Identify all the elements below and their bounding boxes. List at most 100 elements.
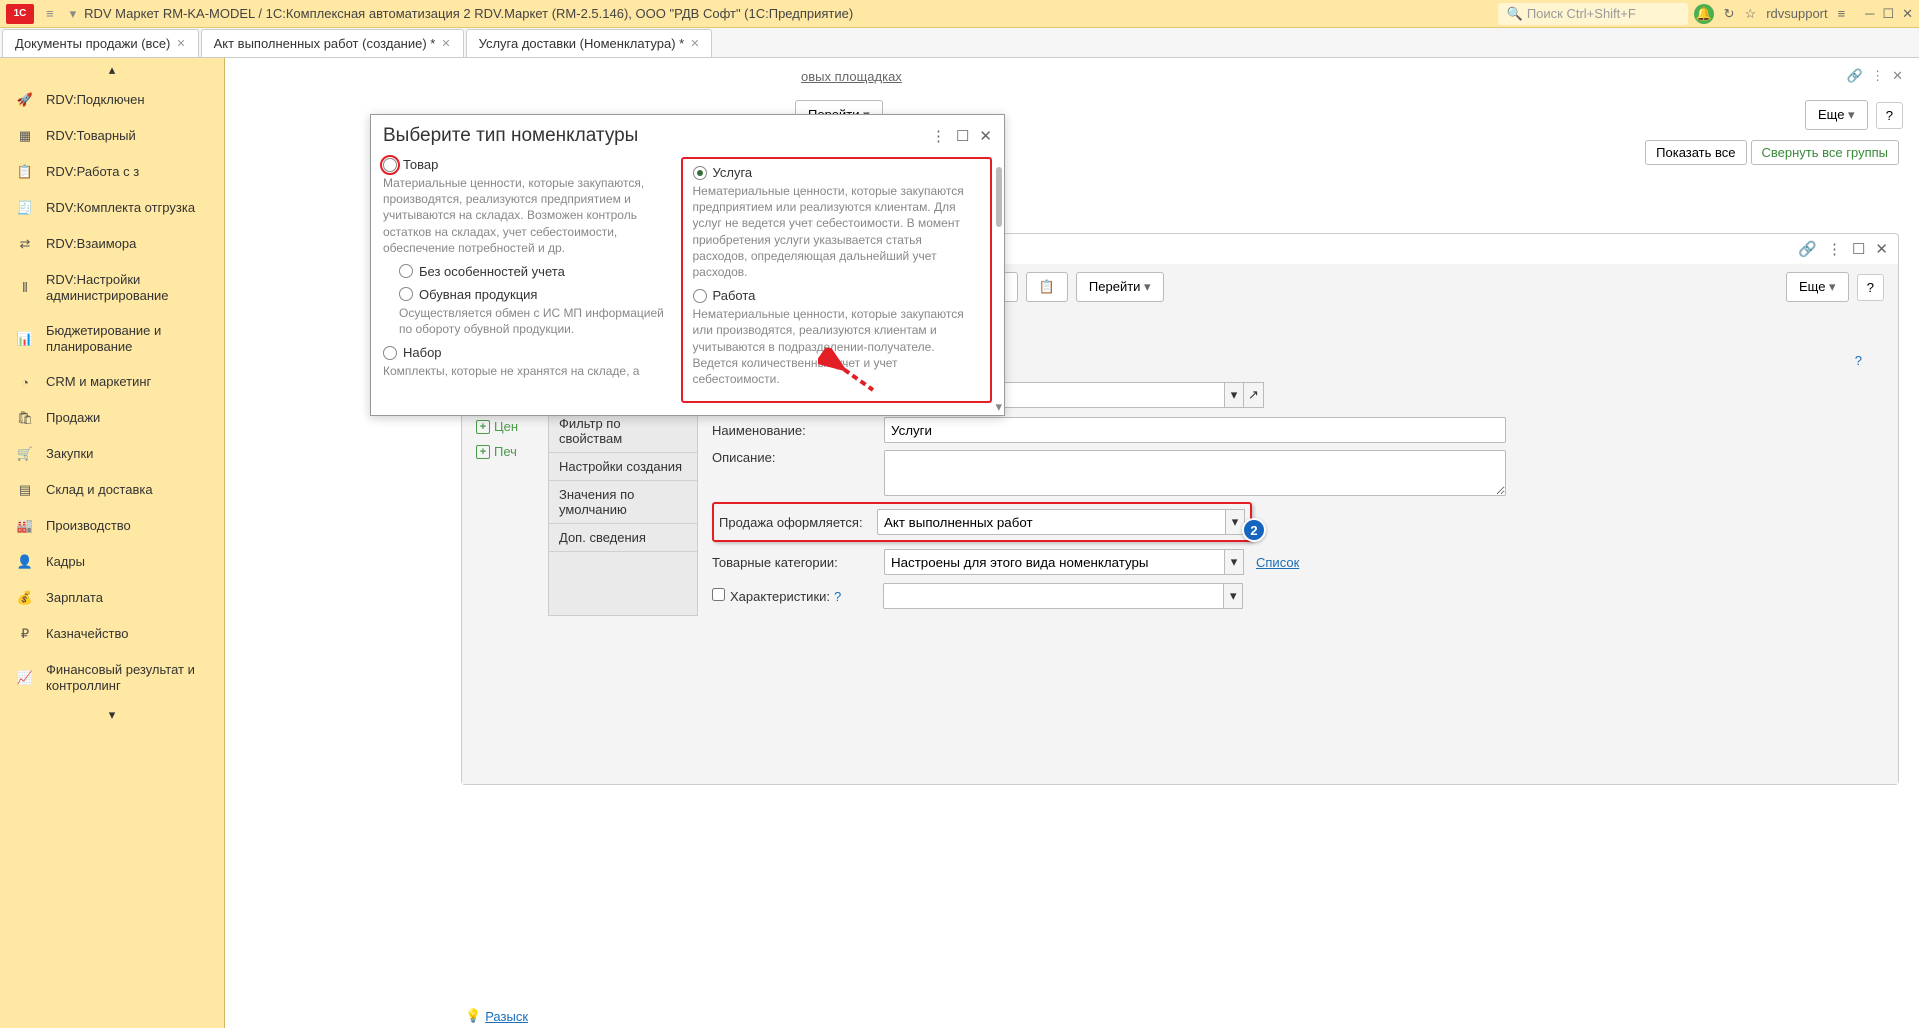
radio-option-shoes[interactable]: Обувная продукция Осуществляется обмен с… (399, 287, 671, 337)
sidebar-item-hr[interactable]: 👤Кадры (0, 544, 224, 580)
kebab-icon[interactable]: ⋮ (1827, 240, 1842, 258)
icon-button[interactable]: 📋 (1026, 272, 1068, 302)
cat-input[interactable] (884, 549, 1224, 575)
help-button[interactable]: ? (1857, 274, 1884, 301)
link-icon[interactable]: 🔗 (1847, 68, 1863, 84)
radio-label: Без особенностей учета (419, 264, 565, 279)
sidebar-item-rdv-connect[interactable]: 🚀RDV:Подключен (0, 82, 224, 118)
sidebar-item-warehouse[interactable]: ▤Склад и доставка (0, 472, 224, 508)
sidebar-item-rdv-goods[interactable]: ▦RDV:Товарный (0, 118, 224, 154)
tab-documents[interactable]: Документы продажи (все) ✕ (2, 29, 199, 57)
maximize-icon[interactable]: ☐ (956, 127, 969, 145)
sidebar-item-production[interactable]: 🏭Производство (0, 508, 224, 544)
bell-icon[interactable]: 🔔 (1694, 4, 1714, 24)
sidebar-label: Склад и доставка (46, 482, 153, 498)
nav-item-defaults[interactable]: Значения по умолчанию (549, 481, 697, 524)
help-icon[interactable]: ? (1855, 353, 1862, 368)
sidebar-collapse-up[interactable]: ▴ (0, 58, 224, 82)
show-all-button[interactable]: Показать все (1645, 140, 1746, 165)
user-label[interactable]: rdvsupport (1766, 6, 1827, 21)
sliders-icon: ⦀ (16, 280, 34, 296)
package-icon: 🧾 (16, 200, 34, 216)
close-icon[interactable]: ✕ (690, 37, 699, 50)
sidebar-item-salary[interactable]: 💰Зарплата (0, 580, 224, 616)
dropdown-icon[interactable]: ▾ (1224, 382, 1244, 408)
sidebar-item-rdv-settings[interactable]: ⦀RDV:Настройки администрирование (0, 262, 224, 313)
cart-icon: 🛒 (16, 446, 34, 462)
radio-icon (383, 158, 397, 172)
more-button[interactable]: Еще (1805, 100, 1868, 130)
search-input[interactable]: 🔍 Поиск Ctrl+Shift+F (1498, 3, 1688, 25)
sidebar-collapse-down[interactable]: ▾ (0, 703, 224, 727)
sidebar-label: RDV:Взаимора (46, 236, 136, 252)
dropdown-icon[interactable]: ≡ (46, 6, 54, 21)
collapse-all-button[interactable]: Свернуть все группы (1751, 140, 1899, 165)
maximize-icon[interactable]: ☐ (1882, 6, 1894, 22)
sidebar-item-rdv-exchange[interactable]: ⇄RDV:Взаимора (0, 226, 224, 262)
tab-act[interactable]: Акт выполненных работ (создание) * ✕ (201, 29, 464, 57)
kebab-icon[interactable]: ⋮ (931, 127, 946, 145)
sidebar-label: RDV:Работа с з (46, 164, 139, 180)
nav-item-creation[interactable]: Настройки создания (549, 453, 697, 481)
tree-item[interactable]: +Цен (476, 414, 536, 439)
close-icon[interactable]: ✕ (1902, 6, 1913, 22)
help-button[interactable]: ? (1876, 102, 1903, 129)
desc-input[interactable] (884, 450, 1506, 496)
radio-option-no-features[interactable]: Без особенностей учета (399, 264, 671, 279)
nav-item-filter[interactable]: Фильтр по свойствам (549, 410, 697, 453)
type-selection-dialog: Выберите тип номенклатуры ⋮ ☐ ✕ Товар Ма… (370, 114, 1005, 416)
nav-item-info[interactable]: Доп. сведения (549, 524, 697, 552)
link-icon[interactable]: 🔗 (1798, 240, 1817, 258)
char-input[interactable] (883, 583, 1223, 609)
close-icon[interactable]: ✕ (176, 37, 185, 50)
history-icon[interactable]: ↻ (1724, 6, 1735, 22)
footer-hint[interactable]: 💡 Разыск (465, 1008, 528, 1024)
minimize-icon[interactable]: ─ (1865, 6, 1874, 22)
radio-option-work[interactable]: Работа Нематериальные ценности, которые … (693, 288, 981, 387)
graph-icon: 📈 (16, 670, 34, 686)
sidebar-label: RDV:Комплекта отгрузка (46, 200, 195, 216)
sidebar-item-rdv-shipping[interactable]: 🧾 RDV:Комплекта отгрузка (0, 190, 224, 226)
scrollbar[interactable] (996, 167, 1002, 227)
goto-button[interactable]: Перейти (1076, 272, 1164, 302)
annotation-badge-2: 2 (1242, 518, 1266, 542)
radio-icon (693, 289, 707, 303)
close-icon[interactable]: ✕ (1875, 240, 1888, 258)
dropdown-icon[interactable]: ▾ (1224, 549, 1244, 575)
close-icon[interactable]: ✕ (979, 127, 992, 145)
help-icon[interactable]: ? (834, 589, 841, 604)
sidebar-item-crm[interactable]: ◔CRM и маркетинг (0, 364, 224, 400)
more-button[interactable]: Еще (1786, 272, 1849, 302)
star-icon[interactable]: ☆ (1745, 6, 1757, 22)
tab-label: Акт выполненных работ (создание) * (214, 36, 436, 51)
sidebar-item-finance[interactable]: 📈Финансовый результат и контроллинг (0, 652, 224, 703)
name-input[interactable] (884, 417, 1506, 443)
sale-input[interactable] (877, 509, 1225, 535)
tab-service[interactable]: Услуга доставки (Номенклатура) * ✕ (466, 29, 713, 57)
sale-label: Продажа оформляется: (719, 515, 877, 530)
close-icon[interactable]: ✕ (1892, 68, 1903, 84)
sidebar-item-purchases[interactable]: 🛒Закупки (0, 436, 224, 472)
sidebar-item-rdv-work[interactable]: 📋 RDV:Работа с з (0, 154, 224, 190)
radio-option-tovar[interactable]: Товар Материальные ценности, которые зак… (383, 157, 671, 256)
factory-icon: 🏭 (16, 518, 34, 534)
sidebar-item-sales[interactable]: 🛍Продажи (0, 400, 224, 436)
char-checkbox[interactable] (712, 588, 725, 601)
sidebar-item-budget[interactable]: 📊Бюджетирование и планирование (0, 313, 224, 364)
chevron-down-icon[interactable]: ▾ (70, 6, 77, 22)
cat-list-link[interactable]: Список (1256, 555, 1299, 570)
open-icon[interactable]: ↗ (1244, 382, 1264, 408)
close-icon[interactable]: ✕ (441, 37, 450, 50)
bg-link[interactable]: овых площадках (801, 69, 902, 84)
dropdown-icon[interactable]: ▾ (1223, 583, 1243, 609)
kebab-icon[interactable]: ⋮ (1871, 68, 1884, 84)
maximize-icon[interactable]: ☐ (1852, 240, 1865, 258)
menu-icon[interactable]: ≡ (1838, 6, 1846, 21)
radio-option-service[interactable]: Услуга Нематериальные ценности, которые … (693, 165, 981, 280)
sidebar-item-treasury[interactable]: ₽Казначейство (0, 616, 224, 652)
scroll-down-icon[interactable]: ▾ (995, 399, 1002, 415)
radio-option-set[interactable]: Набор Комплекты, которые не хранятся на … (383, 345, 671, 379)
clipboard-icon: 📋 (16, 164, 34, 180)
person-icon: 👤 (16, 554, 34, 570)
tree-item[interactable]: +Печ (476, 439, 536, 464)
